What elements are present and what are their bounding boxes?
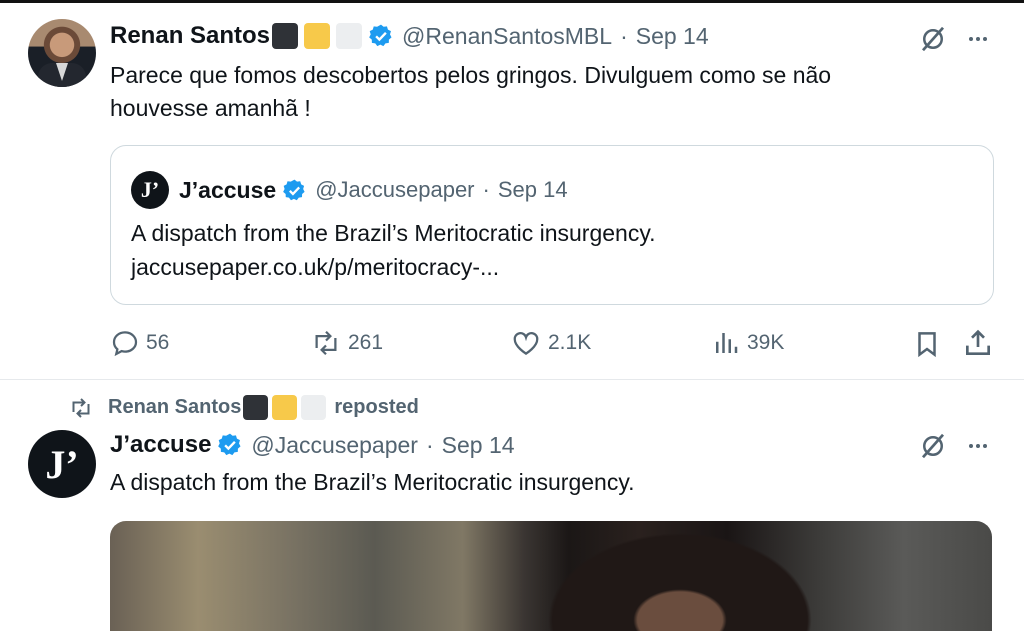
- flag-emoji-white: [336, 23, 363, 49]
- author-name[interactable]: Renan Santos: [110, 22, 270, 50]
- tweet-header: J’accuse @Jaccusepaper · Sep 14: [110, 428, 515, 462]
- tweet-renan-santos[interactable]: Renan Santos @RenanSantosMBL · Sep 14 Pa…: [0, 3, 1024, 379]
- header-separator: ·: [620, 22, 628, 49]
- avatar-renan-santos[interactable]: [28, 19, 96, 87]
- repost-context[interactable]: Renan Santos reposted: [66, 395, 419, 420]
- quote-date: Sep 14: [497, 177, 568, 202]
- more-icon[interactable]: [964, 434, 992, 458]
- author-handle[interactable]: @RenanSantosMBL: [402, 23, 612, 50]
- reposted-label: reposted: [334, 396, 419, 418]
- tweet-text: A dispatch from the Brazil’s Meritocrati…: [110, 469, 635, 495]
- verified-badge-icon: [369, 24, 392, 47]
- quote-author-handle: @Jaccusepaper: [315, 177, 475, 202]
- views-count: 39K: [747, 331, 785, 354]
- quote-text: A dispatch from the Brazil’s Meritocrati…: [131, 216, 656, 284]
- like-count: 2.1K: [548, 331, 592, 354]
- tweet-text-line1: Parece que fomos descobertos pelos gring…: [110, 62, 832, 88]
- quote-header: J’ J’accuse @Jaccusepaper · Sep 14: [131, 170, 568, 210]
- quote-link[interactable]: jaccusepaper.co.uk/p/meritocracy-...: [131, 250, 656, 284]
- flag-emoji-black: [272, 23, 299, 49]
- reposted-by-name[interactable]: Renan Santos: [108, 396, 241, 419]
- grok-icon[interactable]: [918, 24, 948, 54]
- flag-emoji-yellow: [272, 395, 298, 420]
- tweet-date[interactable]: Sep 14: [442, 432, 515, 459]
- views-icon: [716, 333, 738, 353]
- reply-icon: [112, 331, 138, 357]
- verified-badge-icon: [218, 433, 241, 456]
- repost-icon: [315, 330, 337, 356]
- tweet-media-image[interactable]: [110, 521, 992, 631]
- jaccuse-logo-avatar[interactable]: J’: [131, 171, 169, 209]
- tweet-text-line2: houvesse amanhã !: [110, 95, 311, 121]
- quote-separator: ·: [482, 177, 490, 202]
- media-photo-subject: [530, 521, 830, 631]
- like-icon: [513, 332, 539, 355]
- verified-badge-icon: [283, 179, 305, 200]
- tweet-text: Parece que fomos descobertos pelos gring…: [110, 59, 831, 125]
- reply-button[interactable]: 56: [110, 328, 169, 358]
- tweet-date[interactable]: Sep 14: [636, 23, 709, 50]
- repost-icon: [72, 397, 90, 418]
- tweet-header: Renan Santos @RenanSantosMBL · Sep 14: [110, 19, 709, 53]
- bookmark-icon[interactable]: [912, 329, 942, 359]
- grok-icon[interactable]: [918, 431, 948, 461]
- quote-author-name: J’accuse: [179, 176, 277, 203]
- tweet-jaccuse-repost[interactable]: Renan Santos reposted J’ J’accuse @Jaccu…: [0, 380, 1024, 631]
- repost-button[interactable]: 261: [310, 328, 383, 358]
- more-icon[interactable]: [964, 27, 992, 51]
- share-icon[interactable]: [962, 327, 994, 359]
- flag-emoji-black: [243, 395, 269, 420]
- author-handle[interactable]: @Jaccusepaper: [251, 432, 418, 459]
- quote-text-line1: A dispatch from the Brazil’s Meritocrati…: [131, 220, 656, 246]
- quoted-tweet-card[interactable]: J’ J’accuse @Jaccusepaper · Sep 14 A dis…: [110, 145, 994, 305]
- header-separator: ·: [425, 431, 434, 458]
- like-button[interactable]: 2.1K: [510, 328, 591, 358]
- views-button[interactable]: 39K: [711, 328, 784, 358]
- flag-emoji-white: [301, 395, 327, 420]
- jaccuse-avatar[interactable]: J’: [28, 430, 96, 498]
- author-name[interactable]: J’accuse: [110, 431, 211, 459]
- flag-emoji-yellow: [304, 23, 331, 49]
- reply-count: 56: [146, 331, 170, 354]
- repost-count: 261: [348, 331, 384, 354]
